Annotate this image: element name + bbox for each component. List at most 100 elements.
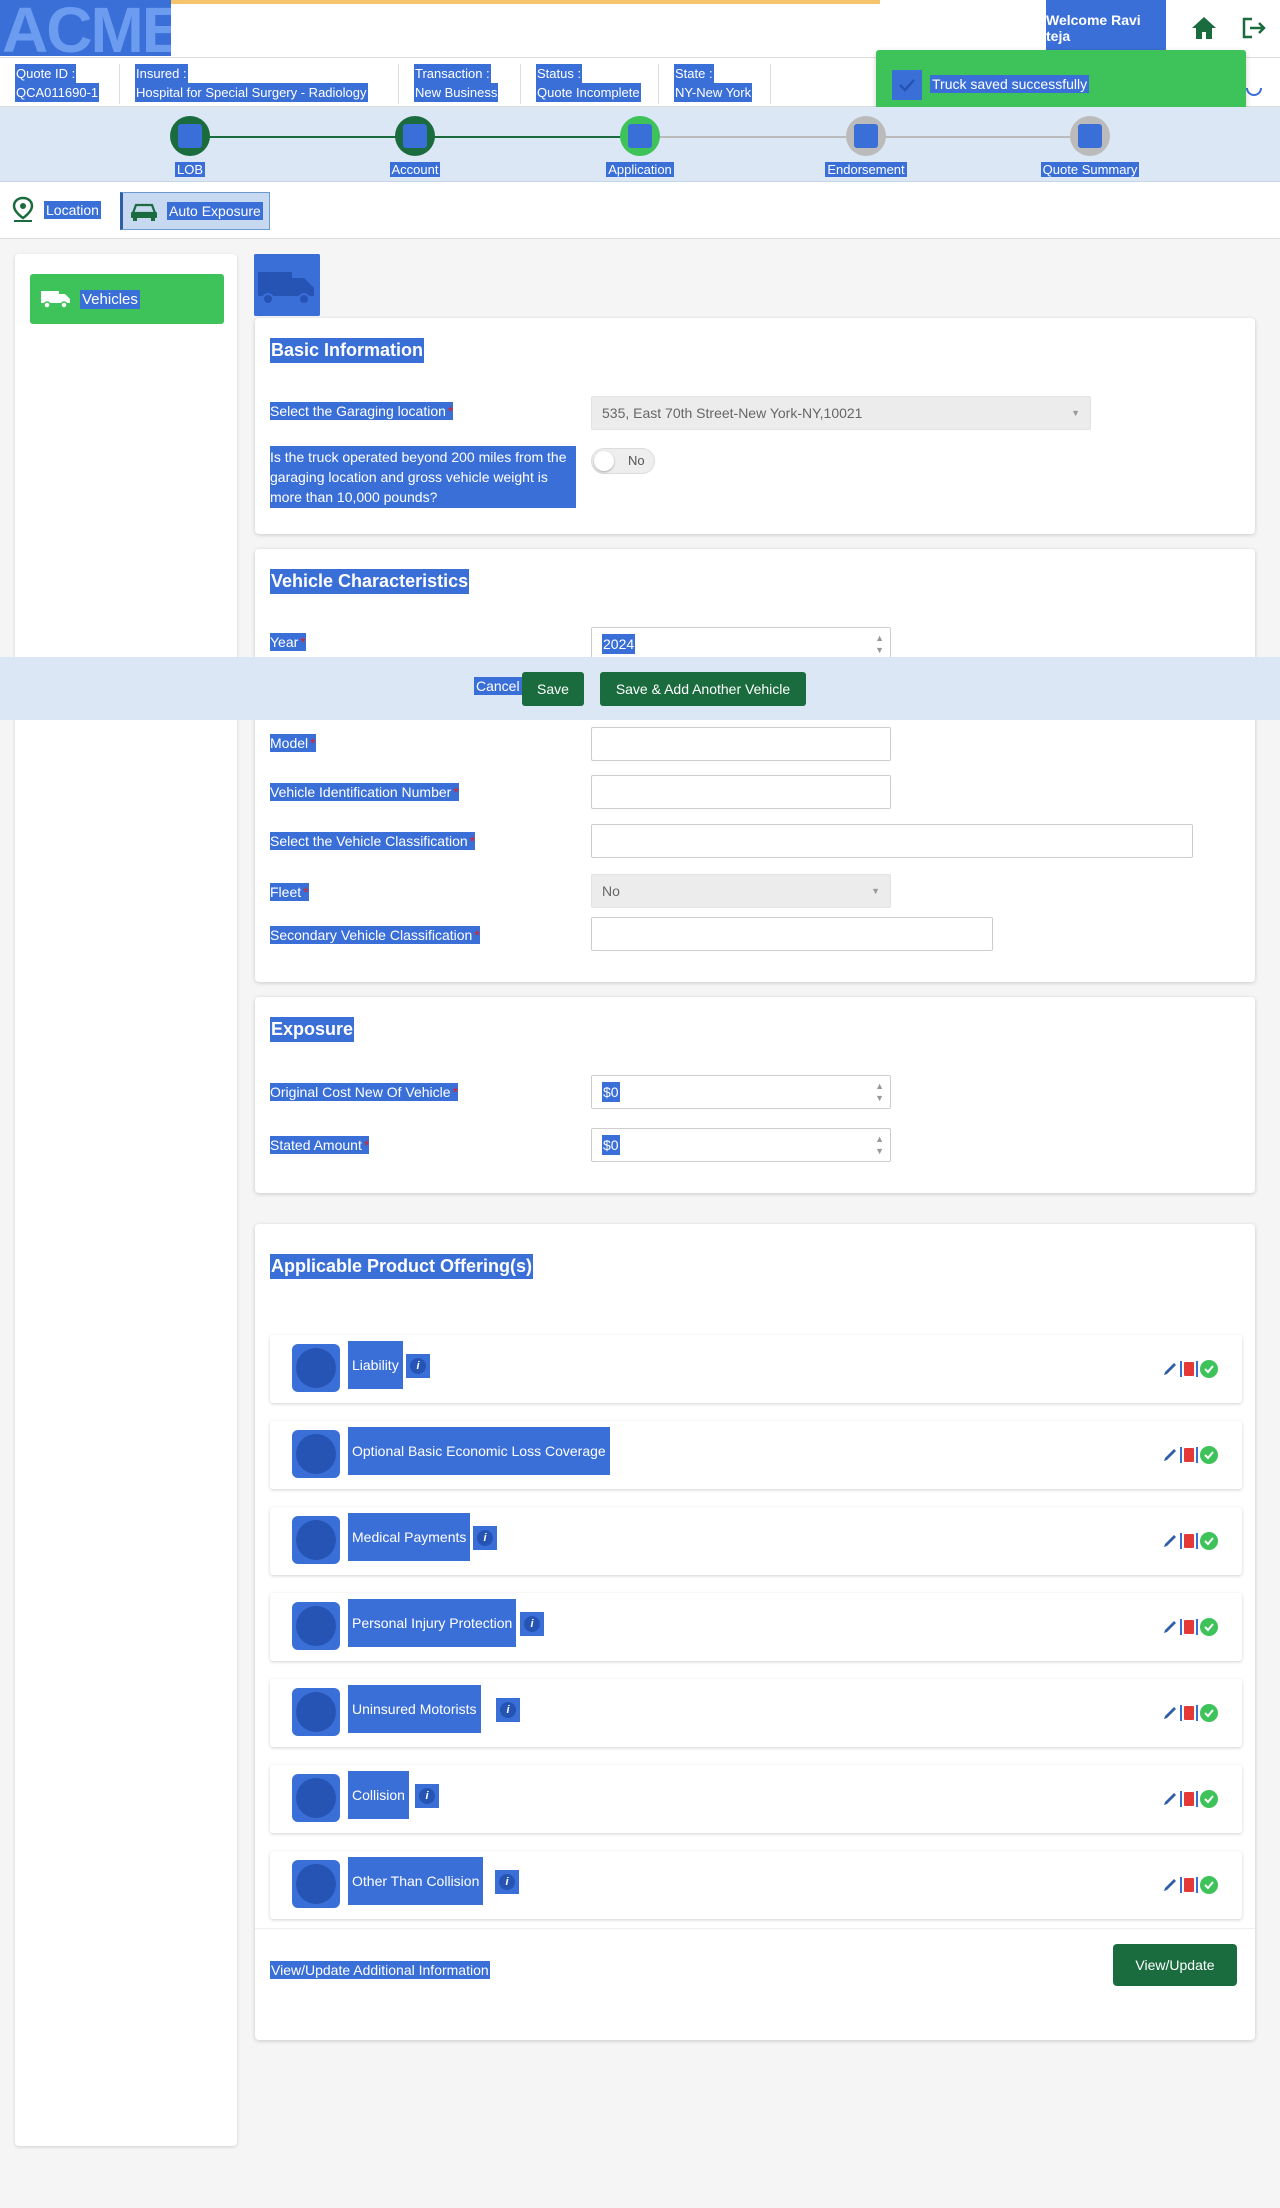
- offering-collision-name: Collision: [348, 1771, 409, 1819]
- edit-pencil-icon[interactable]: [1162, 1447, 1178, 1463]
- status-value: Quote Incomplete: [536, 83, 641, 102]
- year-value: 2024: [602, 634, 636, 654]
- toast-message: Truck saved successfully: [930, 75, 1090, 93]
- other-than-collision-info-icon[interactable]: i: [495, 1870, 519, 1894]
- delete-trash-icon[interactable]: [1184, 1878, 1194, 1892]
- selected-check-icon[interactable]: [1200, 1532, 1218, 1550]
- step-account[interactable]: Account: [355, 116, 475, 177]
- uninsured-motorists-icon: [292, 1688, 340, 1736]
- delete-trash-icon[interactable]: [1184, 1534, 1194, 1548]
- medical-payments-info-icon[interactable]: i: [473, 1526, 497, 1550]
- delete-trash-icon[interactable]: [1184, 1448, 1194, 1462]
- offering-basic-economic-loss-name: Optional Basic Economic Loss Coverage: [348, 1427, 610, 1475]
- other-than-collision-icon: [292, 1860, 340, 1908]
- offering-collision[interactable]: Collision i: [270, 1765, 1242, 1833]
- selected-check-icon[interactable]: [1200, 1618, 1218, 1636]
- truck-200-miles-toggle[interactable]: No: [591, 448, 655, 474]
- selected-check-icon[interactable]: [1200, 1876, 1218, 1894]
- exposure-card: Exposure Original Cost New Of Vehicle * $…: [255, 997, 1255, 1193]
- progress-stepper: LOB Account Application Endorsement Quot…: [0, 107, 1280, 182]
- application-step-icon: [620, 116, 660, 156]
- edit-pencil-icon[interactable]: [1162, 1791, 1178, 1807]
- uninsured-motorists-info-icon[interactable]: i: [496, 1698, 520, 1722]
- year-input[interactable]: 2024 ▲ ▼: [591, 627, 891, 661]
- lob-step-icon: [170, 116, 210, 156]
- delete-trash-icon[interactable]: [1184, 1792, 1194, 1806]
- tab-auto-exposure[interactable]: Auto Exposure: [120, 192, 270, 230]
- state-label: State :: [674, 64, 714, 83]
- year-label: Year *: [270, 633, 306, 651]
- home-icon[interactable]: [1188, 14, 1220, 42]
- edit-pencil-icon[interactable]: [1162, 1619, 1178, 1635]
- liability-info-icon[interactable]: i: [406, 1354, 430, 1378]
- selected-check-icon[interactable]: [1200, 1446, 1218, 1464]
- offering-personal-injury-protection[interactable]: Personal Injury Protection i: [270, 1593, 1242, 1661]
- step-lob-label: LOB: [174, 162, 205, 177]
- edit-pencil-icon[interactable]: [1162, 1705, 1178, 1721]
- edit-pencil-icon[interactable]: [1162, 1361, 1178, 1377]
- selected-check-icon[interactable]: [1200, 1704, 1218, 1722]
- transaction-value: New Business: [414, 83, 499, 102]
- liability-actions: [1162, 1359, 1218, 1379]
- vin-input[interactable]: [591, 775, 891, 809]
- status-label: Status :: [536, 64, 583, 83]
- selected-check-icon[interactable]: [1200, 1790, 1218, 1808]
- save-add-another-vehicle-button[interactable]: Save & Add Another Vehicle: [600, 672, 806, 706]
- vehicle-classification-input[interactable]: [591, 824, 1193, 858]
- logout-icon[interactable]: [1238, 14, 1270, 42]
- truck-200-miles-question: Is the truck operated beyond 200 miles f…: [270, 446, 576, 508]
- step-application[interactable]: Application: [580, 116, 700, 177]
- offerings-divider: [255, 1928, 1255, 1929]
- garaging-location-select[interactable]: 535, East 70th Street-New York-NY,10021 ▼: [591, 396, 1091, 430]
- delete-trash-icon[interactable]: [1184, 1706, 1194, 1720]
- fleet-select[interactable]: No ▼: [591, 874, 891, 908]
- model-input[interactable]: [591, 727, 891, 761]
- offering-uninsured-motorists[interactable]: Uninsured Motorists i: [270, 1679, 1242, 1747]
- step-quote-summary[interactable]: Quote Summary: [1030, 116, 1150, 177]
- offering-basic-economic-loss[interactable]: Optional Basic Economic Loss Coverage: [270, 1421, 1242, 1489]
- original-cost-label: Original Cost New Of Vehicle *: [270, 1083, 458, 1101]
- offering-other-than-collision[interactable]: Other Than Collision i: [270, 1851, 1242, 1919]
- toast-check-icon: [892, 70, 922, 100]
- personal-injury-info-icon[interactable]: i: [520, 1612, 544, 1636]
- header-accent-line: [120, 0, 880, 4]
- vehicle-characteristics-card: Vehicle Characteristics Year * 2024 ▲ ▼ Mo…: [255, 549, 1255, 982]
- offering-medical-payments[interactable]: Medical Payments i: [270, 1507, 1242, 1575]
- stated-amount-input[interactable]: $0 ▲ ▼: [591, 1128, 891, 1162]
- car-icon: [131, 203, 157, 221]
- vin-label: Vehicle Identification Number *: [270, 783, 459, 801]
- tab-location-label: Location: [44, 201, 101, 219]
- delete-trash-icon[interactable]: [1184, 1620, 1194, 1634]
- status-cell: Status : Quote Incomplete: [521, 64, 659, 104]
- offering-liability[interactable]: Liability i: [270, 1335, 1242, 1403]
- collision-info-icon[interactable]: i: [415, 1784, 439, 1808]
- secondary-classification-input[interactable]: [591, 917, 993, 951]
- edit-pencil-icon[interactable]: [1162, 1877, 1178, 1893]
- sidebar-item-vehicles[interactable]: Vehicles: [30, 274, 224, 324]
- step-application-label: Application: [606, 162, 674, 177]
- transaction-cell: Transaction : New Business: [399, 64, 521, 104]
- original-cost-input[interactable]: $0 ▲ ▼: [591, 1075, 891, 1109]
- step-endorsement[interactable]: Endorsement: [806, 116, 926, 177]
- other-than-collision-actions: [1162, 1875, 1218, 1895]
- truck-200-miles-toggle-label: No: [628, 453, 645, 468]
- product-offerings-card: Applicable Product Offering(s) Liability…: [255, 1224, 1255, 2040]
- tab-location[interactable]: Location: [10, 195, 101, 225]
- acme-logo[interactable]: ACME: [0, 0, 171, 56]
- stated-amount-value: $0: [602, 1135, 620, 1155]
- welcome-user-text: Welcome Ravi teja: [1046, 0, 1166, 56]
- selected-check-icon[interactable]: [1200, 1360, 1218, 1378]
- view-update-additional-info-link[interactable]: View/Update Additional Information: [270, 1961, 490, 1979]
- step-endorsement-label: Endorsement: [825, 162, 907, 177]
- delete-trash-icon[interactable]: [1184, 1362, 1194, 1376]
- save-button[interactable]: Save: [522, 672, 584, 706]
- step-lob[interactable]: LOB: [130, 116, 250, 177]
- edit-pencil-icon[interactable]: [1162, 1533, 1178, 1549]
- view-update-button[interactable]: View/Update: [1113, 1944, 1237, 1986]
- cancel-button[interactable]: Cancel: [474, 677, 522, 695]
- step-account-label: Account: [389, 162, 441, 177]
- basic-information-title: Basic Information: [270, 338, 425, 363]
- insured-value: Hospital for Special Surgery - Radiology: [135, 83, 368, 102]
- economic-loss-icon: [292, 1430, 340, 1478]
- left-sidebar: Vehicles: [15, 254, 237, 2146]
